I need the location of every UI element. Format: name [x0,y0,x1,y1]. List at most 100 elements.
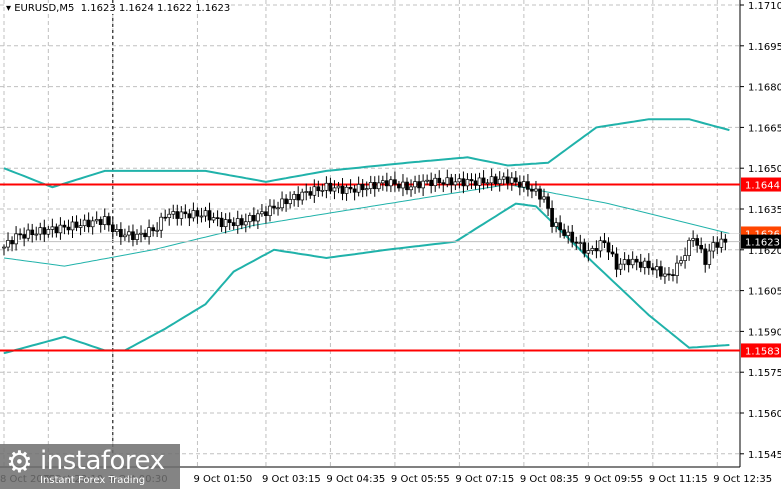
x-tick-label: 9 Oct 09:55 [584,474,643,485]
candle-body [453,181,458,186]
candle [405,177,409,195]
candle-body [368,182,373,189]
candle [433,173,438,192]
candle [46,225,51,238]
candle [74,215,79,232]
candle-body [679,260,683,264]
candle [481,170,486,190]
candle-body [175,211,180,219]
candle [348,179,353,194]
candle [127,225,131,243]
candle-body [663,273,667,277]
candle [538,185,542,208]
candle [667,267,671,281]
candle-body [284,198,288,205]
candle [159,212,164,238]
candle-body [425,179,429,182]
candle [417,174,421,193]
candle [691,230,695,248]
candle [58,217,63,240]
candle [292,190,297,207]
y-tick-label: 1.1545 [748,450,781,461]
candle-body [312,186,317,196]
candle-body [558,222,562,231]
candle-body [252,215,256,222]
candle-body [14,233,18,245]
candle-body [239,218,244,226]
candle [227,212,232,230]
candle [106,212,111,232]
candle-body [393,179,397,185]
candle-body [461,178,466,187]
candle-body [223,219,228,228]
y-tick-label: 1.1575 [748,368,781,379]
candle-body [292,194,297,200]
candle-body [54,226,59,234]
candle [683,247,687,269]
candle-body [719,238,724,248]
candle-body [445,177,450,185]
candle [642,257,647,275]
candle [316,180,321,197]
candle [385,172,389,192]
candle [268,199,272,222]
candle [473,173,478,190]
candle-body [385,180,389,187]
candle-body [147,227,151,238]
price-chart[interactable]: 1.1710 1.1695 1.1680 1.1665 1.1650 1.1635 1.16… [0,0,781,489]
candle-body [231,222,236,227]
candle [219,211,224,232]
candle-body [610,251,615,255]
candle [243,213,248,233]
candle [78,218,83,236]
candle [699,237,704,254]
candle-body [159,216,164,231]
candle-body [272,205,276,209]
ohlc-readout: 1.1623 1.1624 1.1622 1.1623 [80,3,231,14]
symbol-label: EURUSD,M5 [14,3,75,14]
candle-body [167,213,172,218]
candle [14,226,18,251]
candle [409,179,413,197]
candle-body [586,250,591,254]
candle-body [497,178,502,185]
candle-body [316,186,321,192]
candle [280,191,284,212]
candle-body [703,248,708,265]
candle-body [106,216,111,226]
level-price-label: 1.1583 [745,346,780,357]
candle-body [715,242,720,248]
x-tick-label: 9 Oct 12:35 [713,474,772,485]
candle-body [634,258,639,263]
candle-body [268,205,272,216]
candle-body [711,242,716,252]
candle [171,204,176,219]
candle [135,229,139,245]
candle [425,174,429,185]
candle [82,214,87,232]
candle [558,215,562,238]
y-tick-label: 1.1665 [748,123,781,134]
candle-body [227,219,232,223]
candle-body [243,221,248,226]
candle-body [256,213,260,222]
candle-body [30,229,35,236]
candle-body [646,260,651,269]
candle [509,172,514,191]
candle-body [437,177,442,184]
logo-tagline: Instant Forex Trading [40,475,146,486]
candle [441,179,446,193]
candle-body [598,240,603,252]
candle-body [566,231,571,236]
candle [90,216,95,235]
candle [715,236,720,255]
candle [634,255,639,271]
candle-body [441,182,446,185]
candle-body [695,238,700,246]
candle [376,175,381,192]
chart-window: 1.1710 1.1695 1.1680 1.1665 1.1650 1.1635 1.16… [0,0,781,489]
candle-body [372,182,377,190]
candle-body [356,184,361,193]
candle [167,208,172,226]
candle [457,173,462,189]
